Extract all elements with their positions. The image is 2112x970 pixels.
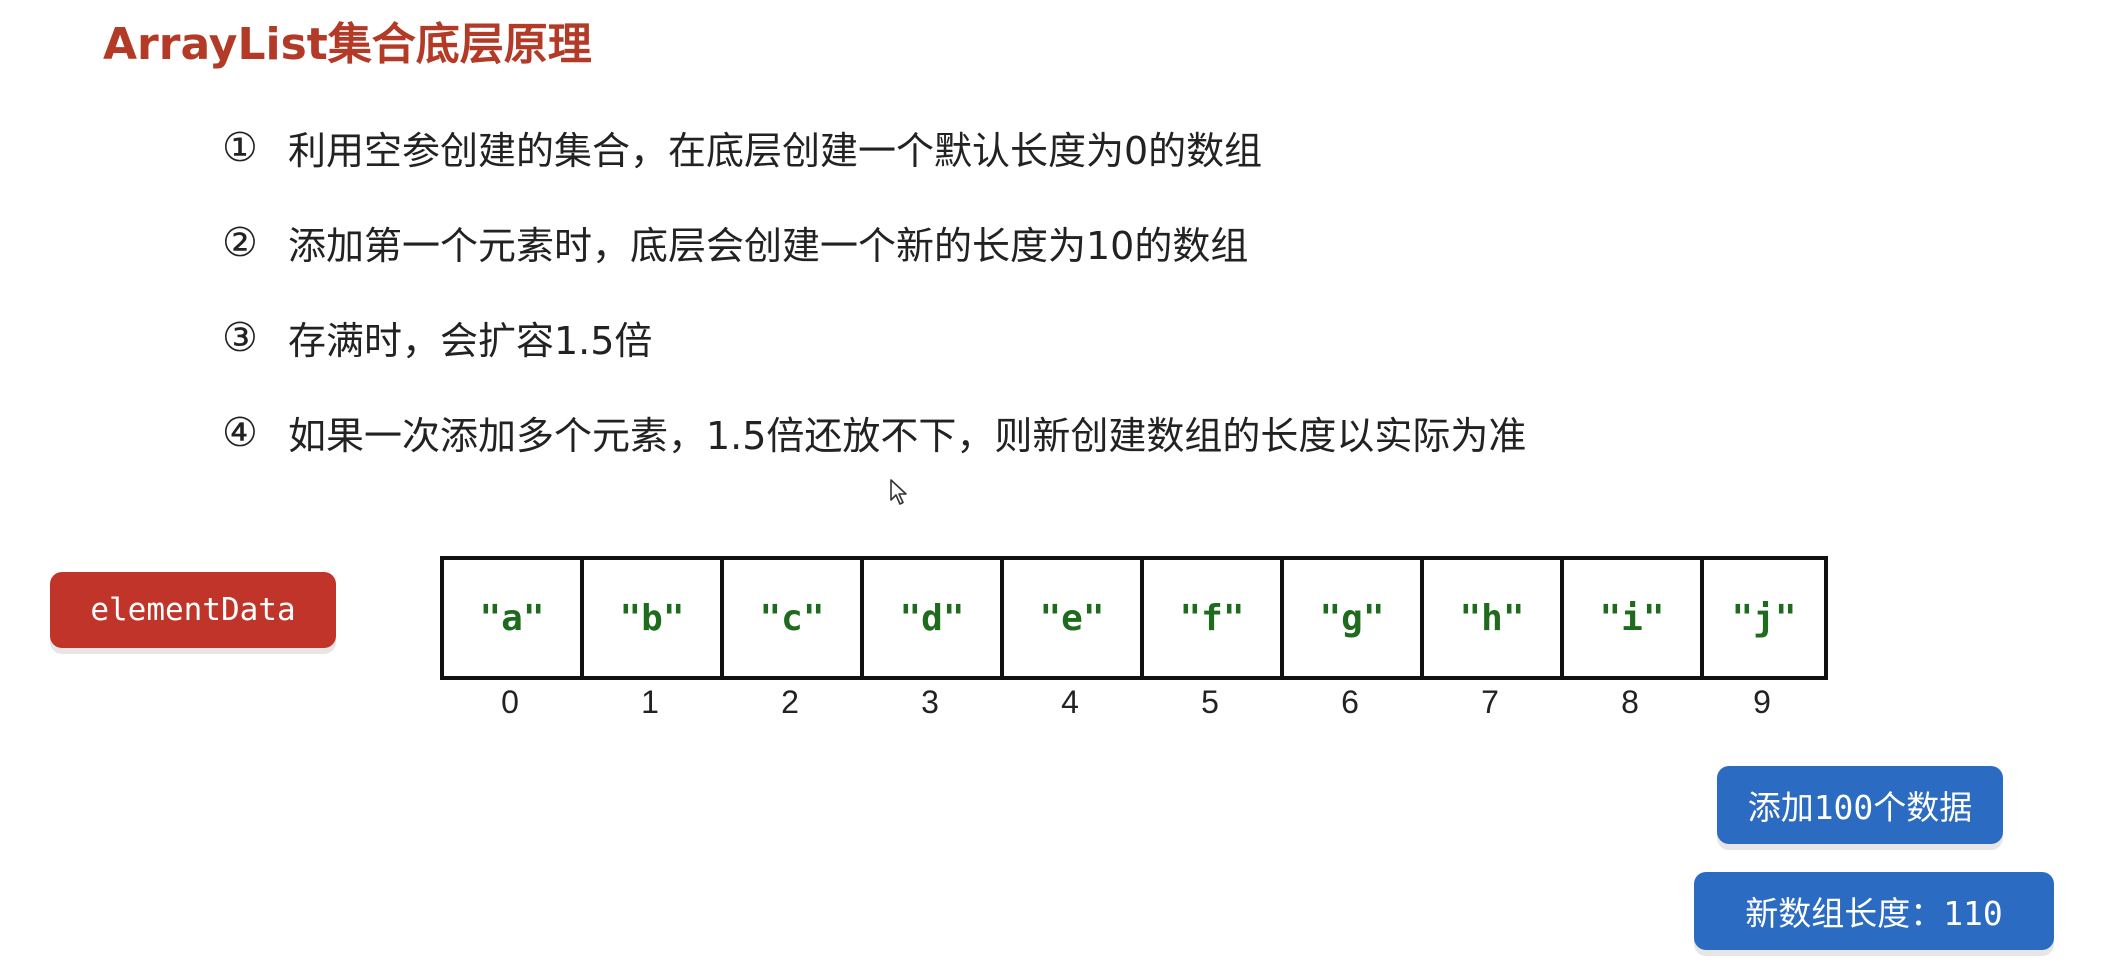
array-index-label: 2 [781, 684, 799, 720]
bullet-text: 利用空参创建的集合，在底层创建一个默认长度为0的数组 [288, 129, 1263, 173]
bullet-text: 如果一次添加多个元素，1.5倍还放不下，则新创建数组的长度以实际为准 [288, 414, 1527, 458]
add-100-items-button[interactable]: 添加100个数据 [1717, 766, 2003, 844]
bullet-point: ② 添加第一个元素时，底层会创建一个新的长度为10的数组 [222, 195, 1526, 290]
array-cell: "i" [1564, 560, 1704, 676]
array-cell: "f" [1144, 560, 1284, 676]
circled-number-marker: ④ [222, 409, 258, 456]
array-index-label: 1 [641, 684, 659, 720]
array-cell: "j" [1731, 597, 1797, 639]
array-cell: "g" [1284, 560, 1424, 676]
array-index-label: 6 [1341, 684, 1359, 720]
array-cell: "e" [1004, 560, 1144, 676]
array-index-label: 9 [1753, 684, 1771, 720]
circled-number-marker: ③ [222, 314, 258, 361]
array-index-row: 0 1 2 3 4 5 6 7 8 9 [440, 684, 1824, 721]
mouse-pointer-icon [890, 479, 907, 505]
slide-title: ArrayList集合底层原理 [103, 19, 592, 70]
array-index-label: 3 [921, 684, 939, 720]
bullet-point: ③ 存满时，会扩容1.5倍 [222, 290, 1526, 385]
array-diagram: "a" "b" "c" "d" "e" "f" "g" "h" "i" "j" [440, 556, 1828, 680]
array-index-label: 0 [501, 684, 519, 720]
bullet-text: 存满时，会扩容1.5倍 [288, 319, 653, 363]
array-cell: "a" [444, 560, 584, 676]
array-cell: "b" [584, 560, 724, 676]
array-index-label: 5 [1201, 684, 1219, 720]
bullet-list: ① 利用空参创建的集合，在底层创建一个默认长度为0的数组 ② 添加第一个元素时，… [222, 100, 1526, 480]
array-cell: "c" [724, 560, 864, 676]
circled-number-marker: ② [222, 219, 258, 266]
bullet-point: ④ 如果一次添加多个元素，1.5倍还放不下，则新创建数组的长度以实际为准 [222, 385, 1526, 480]
new-array-length-button[interactable]: 新数组长度：110 [1694, 872, 2054, 950]
bullet-point: ① 利用空参创建的集合，在底层创建一个默认长度为0的数组 [222, 100, 1526, 195]
array-cell: "h" [1424, 560, 1564, 676]
array-index-label: 8 [1621, 684, 1639, 720]
circled-number-marker: ① [222, 124, 258, 171]
element-data-label: elementData [50, 572, 336, 648]
array-index-label: 4 [1061, 684, 1079, 720]
array-index-label: 7 [1481, 684, 1499, 720]
bullet-text: 添加第一个元素时，底层会创建一个新的长度为10的数组 [288, 224, 1249, 268]
array-cell: "d" [864, 560, 1004, 676]
